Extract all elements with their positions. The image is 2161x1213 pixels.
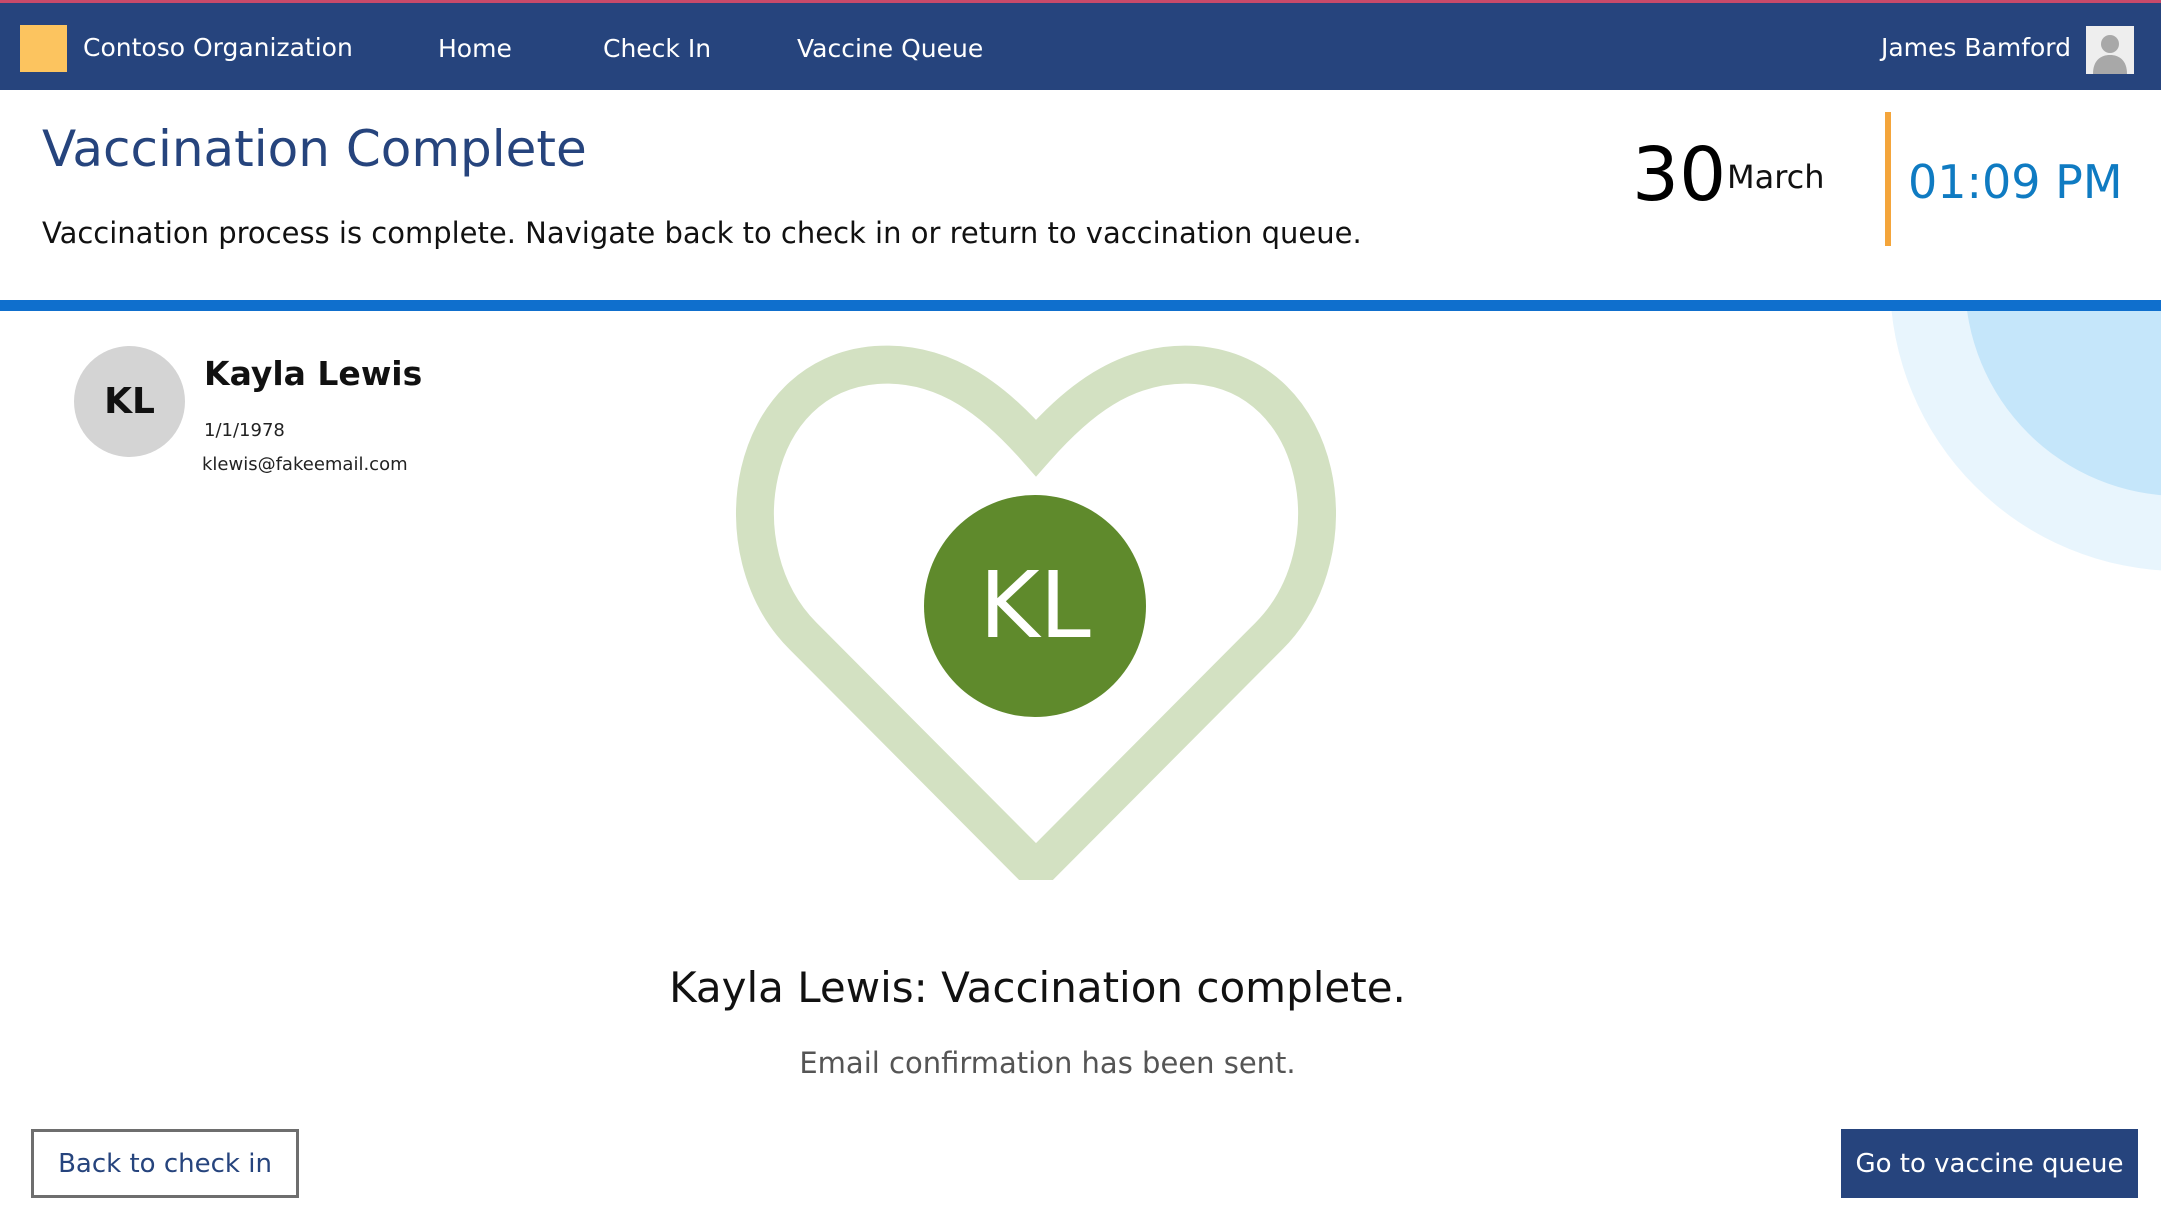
date-month: March: [1727, 158, 1825, 196]
current-time: 01:09 PM: [1908, 155, 2123, 209]
date-time-divider: [1885, 112, 1891, 246]
decorative-corner-arcs: [1850, 311, 2161, 571]
page-subtitle: Vaccination process is complete. Navigat…: [42, 216, 1362, 250]
nav-link-home[interactable]: Home: [438, 34, 512, 64]
patient-initials-badge: KL: [924, 495, 1146, 717]
org-name[interactable]: Contoso Organization: [83, 33, 353, 63]
nav-link-check-in[interactable]: Check In: [603, 34, 711, 64]
go-to-vaccine-queue-button[interactable]: Go to vaccine queue: [1841, 1129, 2138, 1198]
user-avatar-icon[interactable]: [2086, 26, 2134, 74]
top-nav-bar: Contoso Organization Home Check In Vacci…: [0, 0, 2161, 90]
patient-email: klewis@fakeemail.com: [202, 454, 408, 475]
user-name[interactable]: James Bamford: [1881, 33, 2071, 63]
patient-avatar: KL: [74, 346, 185, 457]
confirmation-heading: Kayla Lewis: Vaccination complete.: [669, 963, 1406, 1012]
header-divider: [0, 300, 2161, 311]
back-to-check-in-button[interactable]: Back to check in: [31, 1129, 299, 1198]
patient-name: Kayla Lewis: [204, 354, 423, 393]
patient-dob: 1/1/1978: [204, 420, 285, 441]
page-title: Vaccination Complete: [42, 120, 587, 178]
nav-link-vaccine-queue[interactable]: Vaccine Queue: [797, 34, 983, 64]
org-logo-icon[interactable]: [20, 25, 67, 72]
date-day: 30: [1632, 132, 1727, 218]
confirmation-subtext: Email confirmation has been sent.: [799, 1046, 1296, 1080]
